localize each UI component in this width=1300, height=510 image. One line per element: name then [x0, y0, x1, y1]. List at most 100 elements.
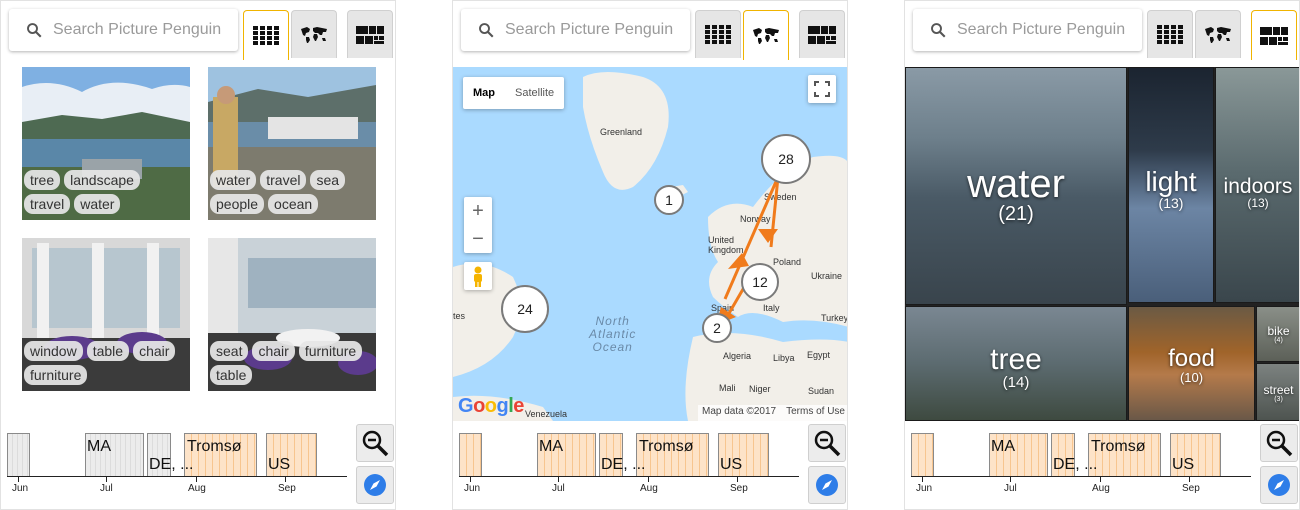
axis-tick — [196, 476, 197, 482]
timeline-axis — [911, 476, 1251, 477]
zoom-out-icon — [814, 430, 841, 457]
axis-tick — [1100, 476, 1101, 482]
tag-tile-tree[interactable]: tree (14) — [905, 306, 1127, 421]
grid-view-button[interactable] — [243, 10, 289, 60]
search-box[interactable] — [9, 9, 238, 51]
timeline[interactable]: MA DE, ... Tromsø US Jun Jul Aug Sep — [905, 421, 1257, 509]
tag[interactable]: furniture — [24, 365, 88, 385]
mosaic-icon — [808, 25, 836, 44]
search-box[interactable] — [461, 9, 690, 51]
photo-thumbnail[interactable]: window table chair furniture — [22, 238, 190, 391]
tag[interactable]: table — [210, 365, 253, 385]
tag[interactable]: water — [210, 170, 257, 190]
timeline-label: DE, ... — [1053, 456, 1098, 473]
tag[interactable]: furniture — [298, 341, 363, 361]
month-label: Aug — [1092, 483, 1110, 494]
photo-thumbnail[interactable]: water travel sea people ocean — [208, 67, 376, 220]
tag-mosaic-view-button[interactable] — [347, 10, 393, 58]
month-label: Jun — [464, 483, 481, 494]
zoom-out-icon — [1266, 430, 1293, 457]
zoom-out-button[interactable] — [808, 424, 846, 462]
map-cluster[interactable]: 2 — [702, 313, 732, 343]
map-attribution: Map data ©2017 Terms of Use — [698, 405, 847, 421]
zoom-out-icon — [362, 430, 389, 457]
photo-thumbnail[interactable]: tree landscape travel water — [22, 67, 190, 220]
search-icon — [27, 23, 42, 38]
timeline[interactable]: MA DE, ... Tromsø US Jun Jul Aug Sep — [1, 421, 353, 509]
tag[interactable]: travel — [260, 170, 307, 190]
tag-tile-light[interactable]: light (13) — [1128, 67, 1214, 303]
tag-list: seat chair furniture table — [210, 341, 374, 385]
timeline-label: US — [1172, 456, 1195, 473]
compass-icon — [816, 474, 838, 496]
tag[interactable]: landscape — [64, 170, 140, 190]
tag-mosaic-view-button[interactable] — [1251, 10, 1297, 60]
locate-button[interactable] — [808, 466, 846, 504]
map-cluster[interactable]: 12 — [741, 263, 779, 301]
axis-tick — [470, 476, 471, 482]
tag[interactable]: people — [210, 194, 265, 214]
tag[interactable]: sea — [310, 170, 346, 190]
locate-button[interactable] — [1260, 466, 1298, 504]
map-view-button[interactable] — [291, 10, 337, 58]
tag[interactable]: table — [86, 341, 130, 361]
timeline-label: MA — [539, 438, 563, 455]
locate-button[interactable] — [356, 466, 394, 504]
tag[interactable]: chair — [252, 341, 295, 361]
tag-tile-street[interactable]: street (3) — [1256, 363, 1299, 421]
zoom-out-button[interactable] — [1260, 424, 1298, 462]
tag[interactable]: seat — [210, 341, 249, 361]
search-input[interactable] — [53, 21, 223, 39]
timeline-label: US — [720, 456, 743, 473]
month-label: Sep — [1182, 483, 1200, 494]
zoom-out-button[interactable] — [356, 424, 394, 462]
month-label: Jun — [12, 483, 29, 494]
search-box[interactable] — [913, 9, 1142, 51]
tag[interactable]: travel — [24, 194, 71, 214]
month-label: Jul — [1004, 483, 1017, 494]
map-view-panel: Map Satellite + − Greenland Sweden Norwa… — [452, 0, 848, 510]
tag-tile-food[interactable]: food (10) — [1128, 306, 1255, 421]
tag[interactable]: tree — [24, 170, 61, 190]
axis-tick — [1189, 476, 1190, 482]
tag-list: water travel sea people ocean — [210, 170, 374, 214]
map-cluster[interactable]: 1 — [654, 185, 684, 215]
tag[interactable]: ocean — [268, 194, 319, 214]
timeline-label: MA — [87, 438, 111, 455]
map-view-button[interactable] — [1195, 10, 1241, 58]
tag-mosaic-view-button[interactable] — [799, 10, 845, 58]
timeline-segment[interactable] — [911, 433, 934, 477]
tag[interactable]: window — [24, 341, 83, 361]
map-view-button[interactable] — [743, 10, 789, 60]
photo-thumbnail[interactable]: seat chair furniture table — [208, 238, 376, 391]
timeline[interactable]: MA DE, ... Tromsø US Jun Jul Aug Sep — [453, 421, 805, 509]
timeline-label: DE, ... — [601, 456, 646, 473]
timeline-axis — [459, 476, 799, 477]
google-logo: Google — [458, 395, 524, 417]
timeline-segment[interactable] — [459, 433, 482, 477]
search-input[interactable] — [957, 21, 1127, 39]
tag-tile-indoors[interactable]: indoors (13) — [1215, 67, 1299, 303]
timeline-label: Tromsø — [1091, 438, 1146, 455]
world-map-icon — [753, 27, 779, 44]
month-label: Sep — [278, 483, 296, 494]
grid-view-button[interactable] — [695, 10, 741, 58]
search-input[interactable] — [505, 21, 675, 39]
timeline-label: Tromsø — [639, 438, 694, 455]
map-cluster[interactable]: 24 — [501, 285, 549, 333]
month-label: Aug — [640, 483, 658, 494]
tag[interactable]: water — [74, 194, 121, 214]
map[interactable]: Map Satellite + − Greenland Sweden Norwa… — [453, 67, 847, 421]
timeline-segment[interactable] — [7, 433, 30, 477]
tag-mosaic: water (21) light (13) indoors (13) tree (14)… — [905, 67, 1299, 421]
month-label: Jul — [552, 483, 565, 494]
mosaic-icon — [356, 25, 384, 44]
axis-tick — [558, 476, 559, 482]
tag-tile-bike[interactable]: bike (4) — [1256, 306, 1299, 362]
tag[interactable]: chair — [133, 341, 176, 361]
tag-tile-water[interactable]: water (21) — [905, 67, 1127, 305]
month-label: Jun — [916, 483, 933, 494]
map-cluster[interactable]: 28 — [761, 134, 811, 184]
axis-tick — [1010, 476, 1011, 482]
grid-view-button[interactable] — [1147, 10, 1193, 58]
